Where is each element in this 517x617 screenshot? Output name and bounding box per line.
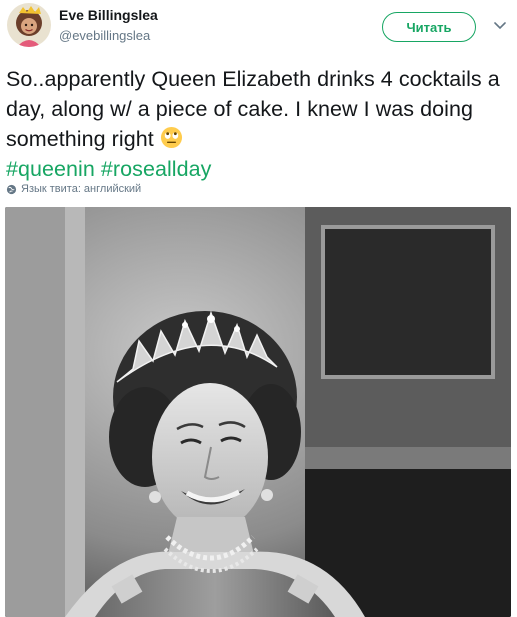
tweet-text: So..apparently Queen Elizabeth drinks 4 … <box>6 64 511 184</box>
eye-roll-emoji-icon <box>160 126 183 149</box>
tweet-body: So..apparently Queen Elizabeth drinks 4 … <box>6 67 500 151</box>
photo-image <box>5 207 511 617</box>
chevron-down-icon[interactable] <box>492 20 508 32</box>
globe-icon <box>6 184 17 195</box>
language-label: Язык твита: английский <box>21 183 142 195</box>
user-handle[interactable]: @evebillingslea <box>59 28 150 43</box>
hashtag-link[interactable]: #queenin <box>6 157 95 181</box>
follow-button[interactable]: Читать <box>382 12 476 42</box>
tweet-media-photo[interactable] <box>5 207 511 617</box>
hashtag-link[interactable]: #roseallday <box>101 157 212 181</box>
display-name[interactable]: Eve Billingslea <box>59 7 158 23</box>
tweet-header: Eve Billingslea @evebillingslea Читать <box>0 0 517 60</box>
avatar[interactable] <box>7 3 51 47</box>
tweet-language-note: Язык твита: английский <box>6 183 141 195</box>
